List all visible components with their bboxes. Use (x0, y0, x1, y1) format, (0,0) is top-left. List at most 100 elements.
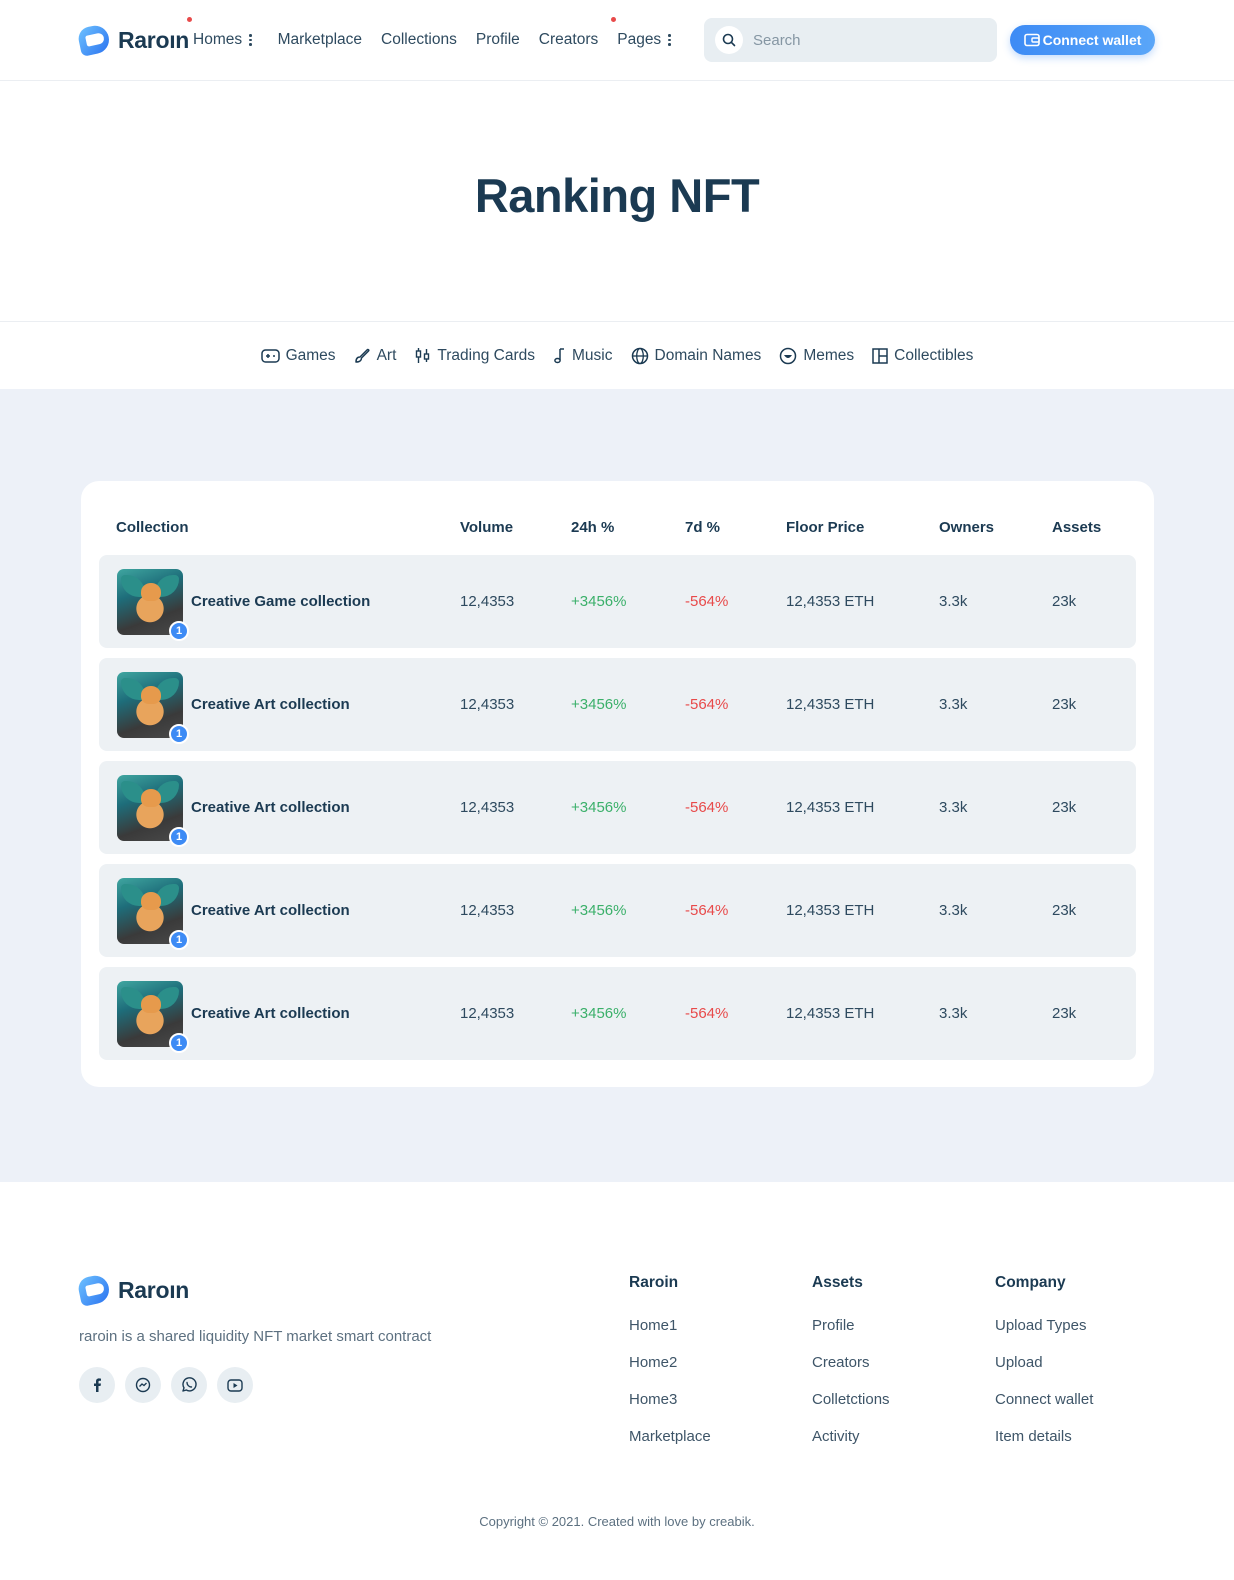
nav-item-pages[interactable]: Pages (611, 17, 671, 49)
assets-value: 23k (1052, 902, 1077, 919)
nav-item-label: Homes (193, 31, 243, 48)
table-row[interactable]: 1 Creative Art collection 12,4353 +3456% -56… (99, 658, 1136, 751)
collection-name[interactable]: Creative Art collection (191, 799, 350, 816)
change-7d-value: -564% (685, 696, 729, 713)
footer-column-assets: Assets Profile Creators Colletctions Act… (812, 1274, 890, 1465)
floor-price-value: 12,4353 ETH (786, 1005, 875, 1022)
nav-item-profile[interactable]: Profile (476, 31, 520, 49)
brush-icon (354, 348, 370, 363)
category-art[interactable]: Art (354, 347, 396, 365)
footer-link-marketplace[interactable]: Marketplace (629, 1428, 711, 1445)
footer-column-raroin: Raroin Home1 Home2 Home3 Marketplace (629, 1274, 711, 1465)
category-music[interactable]: Music (553, 347, 613, 365)
change-24h-value: +3456% (571, 696, 627, 713)
messenger-icon[interactable] (125, 1367, 161, 1403)
column-header-owners[interactable]: Owners (939, 519, 994, 536)
assets-value: 23k (1052, 1005, 1077, 1022)
assets-value: 23k (1052, 696, 1077, 713)
social-links (79, 1367, 253, 1403)
floor-price-value: 12,4353 ETH (786, 696, 875, 713)
nav-item-homes[interactable]: Homes (187, 17, 252, 49)
main-nav: Homes Marketplace Collections Profile Cr… (187, 0, 690, 80)
category-tabs: Games Art Trading Cards Music Domain Nam… (0, 321, 1234, 389)
column-header-collection[interactable]: Collection (116, 519, 189, 536)
search-input[interactable] (753, 31, 973, 49)
collection-name[interactable]: Creative Art collection (191, 1005, 350, 1022)
footer-link-home3[interactable]: Home3 (629, 1391, 711, 1408)
collection-name[interactable]: Creative Art collection (191, 696, 350, 713)
rank-badge: 1 (169, 930, 189, 950)
column-header-24h[interactable]: 24h % (571, 519, 614, 536)
owners-value: 3.3k (939, 902, 968, 919)
collection-name[interactable]: Creative Game collection (191, 593, 370, 610)
change-7d-value: -564% (685, 1005, 729, 1022)
footer-column-title: Assets (812, 1274, 863, 1291)
gamepad-icon (260, 348, 280, 363)
footer-logo-text: Raroın (118, 1276, 190, 1303)
footer-link-home2[interactable]: Home2 (629, 1354, 711, 1371)
footer-logo[interactable]: Raroın (76, 1273, 190, 1307)
category-games[interactable]: Games (260, 346, 336, 365)
table-row[interactable]: 1 Creative Art collection 12,4353 +3456% -56… (99, 761, 1136, 854)
column-header-7d[interactable]: 7d % (685, 519, 720, 536)
volume-value: 12,4353 (460, 902, 515, 919)
nav-item-label: Profile (475, 31, 520, 48)
rank-badge: 1 (169, 1033, 189, 1053)
volume-value: 12,4353 (460, 593, 515, 610)
change-7d-value: -564% (685, 799, 729, 816)
table-row[interactable]: 1 Creative Art collection 12,4353 +3456% -56… (99, 967, 1136, 1060)
wallet-icon (1023, 33, 1040, 47)
logo-icon (76, 1273, 112, 1307)
footer-link-collections[interactable]: Colletctions (812, 1391, 890, 1408)
assets-value: 23k (1052, 593, 1077, 610)
copyright: Copyright © 2021. Created with love by c… (479, 1514, 755, 1529)
facebook-icon[interactable] (79, 1367, 115, 1403)
nav-item-label: Creators (538, 31, 599, 48)
page-title: Ranking NFT (474, 169, 760, 222)
category-trading-cards[interactable]: Trading Cards (414, 347, 535, 365)
header: Raroın Homes Marketplace Collections Pro… (0, 0, 1234, 81)
column-header-assets[interactable]: Assets (1052, 519, 1101, 536)
column-header-volume[interactable]: Volume (460, 519, 513, 536)
globe-icon (631, 347, 648, 364)
change-24h-value: +3456% (571, 902, 627, 919)
category-label: Games (285, 346, 336, 364)
nav-item-creators[interactable]: Creators (539, 31, 598, 49)
footer-link-home1[interactable]: Home1 (629, 1317, 711, 1334)
nav-item-marketplace[interactable]: Marketplace (278, 31, 362, 49)
footer-link-item-details[interactable]: Item details (995, 1428, 1093, 1445)
youtube-icon[interactable] (217, 1367, 253, 1403)
footer-link-activity[interactable]: Activity (812, 1428, 890, 1445)
footer-link-connect-wallet[interactable]: Connect wallet (995, 1391, 1093, 1408)
new-indicator (611, 17, 617, 22)
category-collectibles[interactable]: Collectibles (872, 347, 973, 365)
category-label: Collectibles (894, 346, 974, 364)
footer-link-profile[interactable]: Profile (812, 1317, 890, 1334)
footer-link-upload-types[interactable]: Upload Types (995, 1317, 1093, 1334)
table-row[interactable]: 1 Creative Game collection 12,4353 +3456% -5… (99, 555, 1136, 648)
search-icon[interactable] (715, 26, 743, 54)
music-note-icon (554, 348, 565, 364)
logo[interactable]: Raroın (76, 23, 189, 57)
whatsapp-icon[interactable] (171, 1367, 207, 1403)
footer-link-upload[interactable]: Upload (995, 1354, 1093, 1371)
table-row[interactable]: 1 Creative Art collection 12,4353 +3456% -56… (99, 864, 1136, 957)
nav-item-label: Collections (381, 31, 457, 48)
connect-wallet-label: Connect wallet (1042, 32, 1142, 48)
owners-value: 3.3k (939, 593, 968, 610)
category-domain-names[interactable]: Domain Names (631, 347, 761, 365)
column-header-floor-price[interactable]: Floor Price (786, 519, 864, 536)
connect-wallet-button[interactable]: Connect wallet (1010, 25, 1155, 55)
nav-item-label: Marketplace (277, 31, 363, 48)
category-memes[interactable]: Memes (779, 347, 854, 365)
collection-name[interactable]: Creative Art collection (191, 902, 350, 919)
footer-link-creators[interactable]: Creators (812, 1354, 890, 1371)
nav-item-collections[interactable]: Collections (381, 31, 457, 49)
nav-item-label: Pages (617, 31, 662, 48)
ranking-section: Collection Volume 24h % 7d % Floor Price… (0, 389, 1234, 1182)
logo-icon (76, 23, 112, 57)
assets-value: 23k (1052, 799, 1077, 816)
owners-value: 3.3k (939, 1005, 968, 1022)
rank-badge: 1 (169, 621, 189, 641)
grid-icon (872, 347, 888, 364)
